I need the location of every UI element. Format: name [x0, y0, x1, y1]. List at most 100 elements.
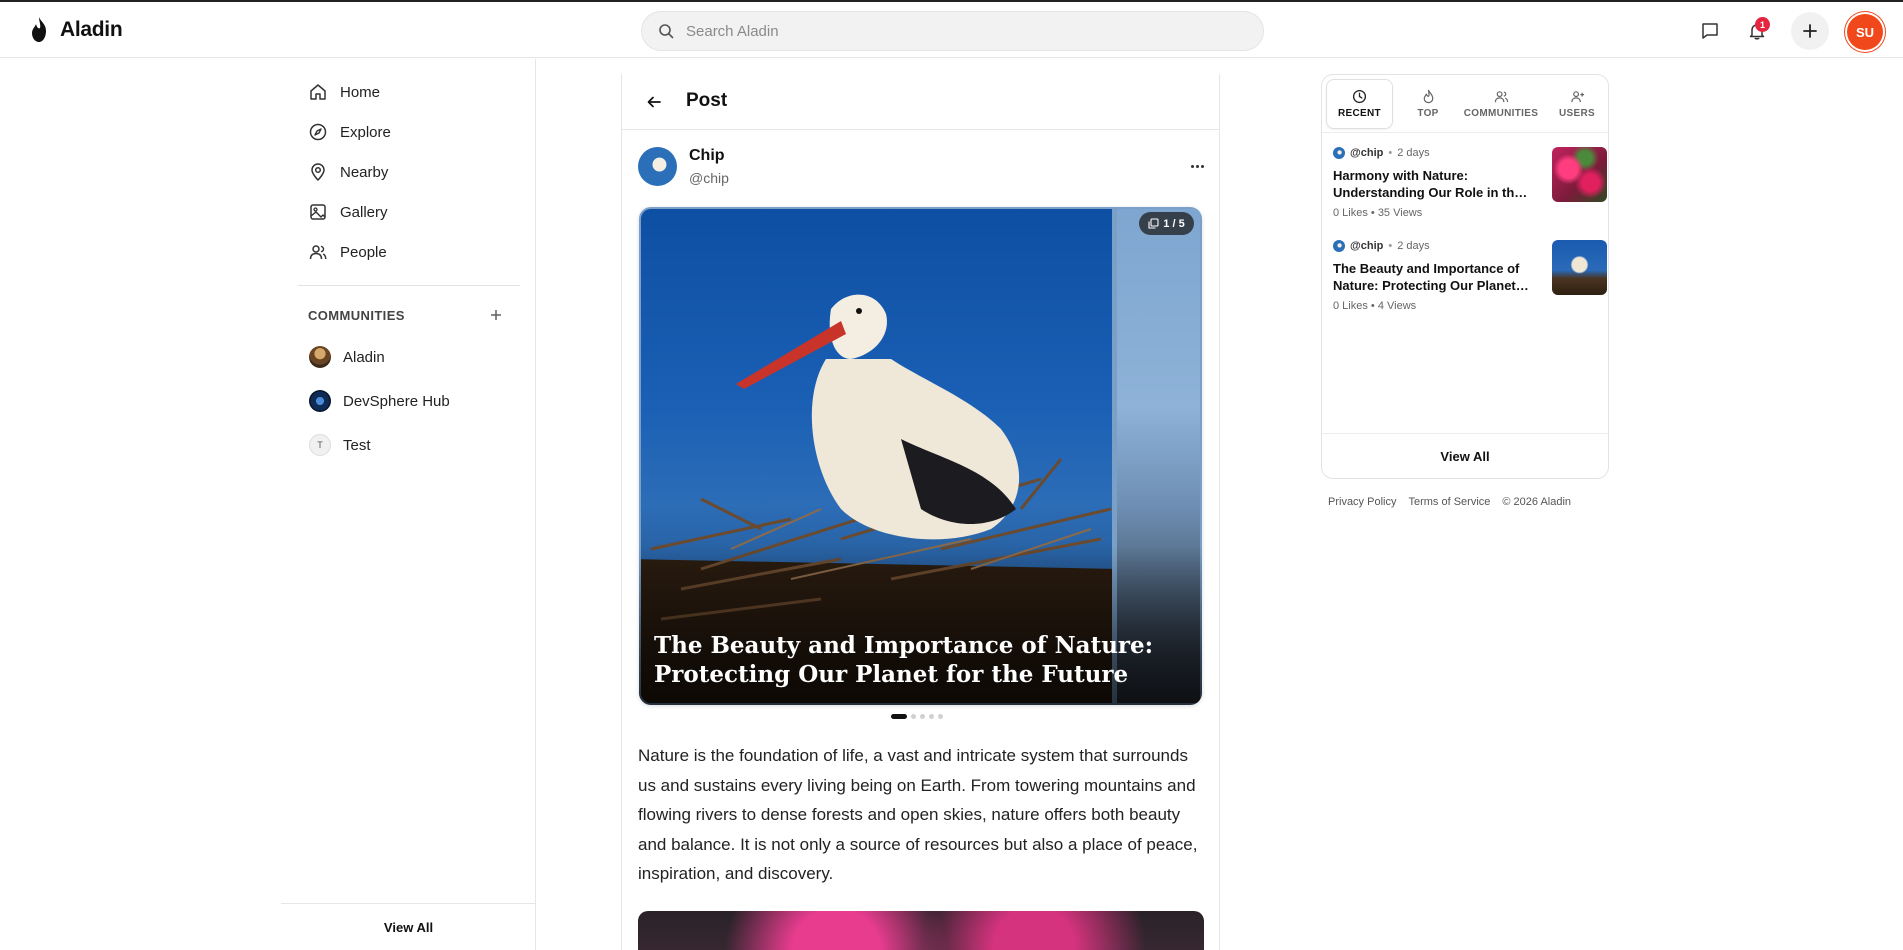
post-column: Post Chip @chip The Beauty and Importanc… — [621, 74, 1220, 950]
meta-separator: • — [1388, 240, 1393, 252]
feed-item-stats: 0 Likes • 4 Views — [1333, 300, 1417, 312]
add-community-button[interactable] — [486, 305, 506, 325]
more-dot — [1190, 164, 1194, 168]
app-name: Aladin — [60, 18, 123, 41]
tab-top[interactable]: TOP — [1403, 79, 1453, 129]
author-name[interactable]: Chip — [689, 147, 725, 165]
carousel-dots — [891, 714, 943, 719]
meta-separator: • — [1388, 147, 1393, 159]
sidebar-view-all-button[interactable]: View All — [281, 903, 536, 950]
search-input[interactable] — [686, 22, 1226, 40]
tab-communities[interactable]: COMMUNITIES — [1456, 79, 1546, 129]
user-avatar[interactable]: SU — [1847, 14, 1883, 50]
plus-icon — [491, 310, 501, 320]
plus-icon — [1803, 24, 1817, 38]
map-pin-icon — [311, 163, 325, 182]
create-button[interactable] — [1791, 12, 1829, 50]
clock-icon — [1352, 89, 1367, 104]
page-title: Post — [686, 90, 728, 111]
nav-gallery[interactable]: Gallery — [308, 197, 388, 227]
right-panel: RECENT TOP COMMUNITIES USERS @chip • 2 d… — [1321, 74, 1609, 479]
search-bar[interactable] — [641, 11, 1264, 51]
community-label: Test — [343, 436, 371, 454]
nav-nearby[interactable]: Nearby — [308, 157, 388, 187]
more-dot — [1200, 164, 1204, 168]
tab-recent[interactable]: RECENT — [1326, 79, 1393, 129]
user-plus-icon — [1570, 91, 1584, 103]
feed-item-time: 2 days — [1397, 240, 1430, 252]
feed-tabs: RECENT TOP COMMUNITIES USERS — [1322, 75, 1608, 133]
arrow-left-icon — [647, 96, 661, 108]
author-avatar[interactable] — [638, 147, 677, 186]
nav-label: Home — [340, 83, 381, 101]
feed-item[interactable]: @chip • 2 days The Beauty and Importance… — [1333, 240, 1607, 320]
flame-icon — [1423, 89, 1433, 104]
legal-links: Privacy Policy Terms of Service © 2026 A… — [1328, 496, 1571, 508]
compass-icon — [309, 123, 327, 141]
tab-label: COMMUNITIES — [1463, 108, 1539, 119]
nav-explore[interactable]: Explore — [308, 117, 391, 147]
feed-item-handle[interactable]: @chip — [1350, 147, 1383, 159]
carousel-dot[interactable] — [920, 714, 925, 719]
terms-of-service-link[interactable]: Terms of Service — [1408, 496, 1490, 508]
image-counter-text: 1 / 5 — [1163, 217, 1185, 230]
logo[interactable]: Aladin — [28, 16, 123, 44]
carousel-dot[interactable] — [929, 714, 934, 719]
feed-item-thumbnail[interactable] — [1552, 147, 1607, 202]
community-avatar — [309, 390, 331, 412]
author-handle[interactable]: @chip — [689, 170, 729, 186]
community-label: DevSphere Hub — [343, 392, 450, 410]
community-avatar: T — [309, 434, 331, 456]
image-counter: 1 / 5 — [1139, 212, 1194, 235]
gallery-stack-icon — [1148, 218, 1159, 229]
community-devsphere-hub[interactable]: DevSphere Hub — [309, 387, 450, 415]
author-mini-avatar — [1333, 240, 1345, 252]
nav-label: Explore — [340, 123, 391, 141]
community-aladin[interactable]: Aladin — [309, 343, 385, 371]
post-second-image[interactable] — [638, 911, 1204, 950]
carousel-dot[interactable] — [938, 714, 943, 719]
back-button[interactable] — [644, 92, 664, 112]
community-test[interactable]: T Test — [309, 431, 371, 459]
right-panel-view-all-button[interactable]: View All — [1322, 433, 1608, 478]
carousel-dot[interactable] — [891, 714, 907, 719]
privacy-policy-link[interactable]: Privacy Policy — [1328, 496, 1396, 508]
feed-item-title[interactable]: Harmony with Nature: Understanding Our R… — [1333, 167, 1529, 201]
tab-label: TOP — [1417, 108, 1439, 119]
feed-item-meta: @chip • 2 days — [1333, 240, 1430, 252]
nav-home[interactable]: Home — [308, 77, 380, 107]
flame-logo-icon — [32, 17, 46, 42]
communities-heading: COMMUNITIES — [308, 308, 405, 323]
message-icon — [1702, 23, 1718, 39]
tab-label: RECENT — [1338, 108, 1381, 119]
home-icon — [310, 84, 326, 100]
tab-label: USERS — [1559, 108, 1595, 119]
top-bar: Aladin 1 SU — [0, 2, 1903, 58]
image-carousel[interactable]: The Beauty and Importance of Nature: Pro… — [639, 207, 1202, 705]
feed-item-time: 2 days — [1397, 147, 1430, 159]
nav-label: Nearby — [340, 163, 389, 181]
community-label: Aladin — [343, 348, 385, 366]
feed-item-title[interactable]: The Beauty and Importance of Nature: Pro… — [1333, 260, 1529, 294]
feed-item-thumbnail[interactable] — [1552, 240, 1607, 295]
tab-users[interactable]: USERS — [1550, 79, 1604, 129]
feed-item[interactable]: @chip • 2 days Harmony with Nature: Unde… — [1333, 147, 1607, 227]
copyright: © 2026 Aladin — [1502, 496, 1572, 508]
nav-label: Gallery — [340, 203, 388, 221]
feed-item-handle[interactable]: @chip — [1350, 240, 1383, 252]
feed-item-stats: 0 Likes • 35 Views — [1333, 207, 1423, 219]
nav-label: People — [340, 243, 387, 261]
author-mini-avatar — [1333, 147, 1345, 159]
users-icon — [309, 245, 327, 260]
left-sidebar: Home Explore Nearby Gallery People COMMU… — [281, 59, 536, 950]
search-icon — [659, 24, 674, 39]
messages-button[interactable] — [1691, 12, 1729, 50]
sidebar-divider — [298, 285, 520, 286]
more-dot — [1195, 164, 1199, 168]
users-icon — [1494, 91, 1508, 103]
image-icon — [310, 204, 326, 220]
post-header: Post — [622, 74, 1219, 130]
carousel-dot[interactable] — [911, 714, 916, 719]
nav-people[interactable]: People — [308, 237, 387, 267]
more-options-button[interactable] — [1185, 158, 1209, 174]
